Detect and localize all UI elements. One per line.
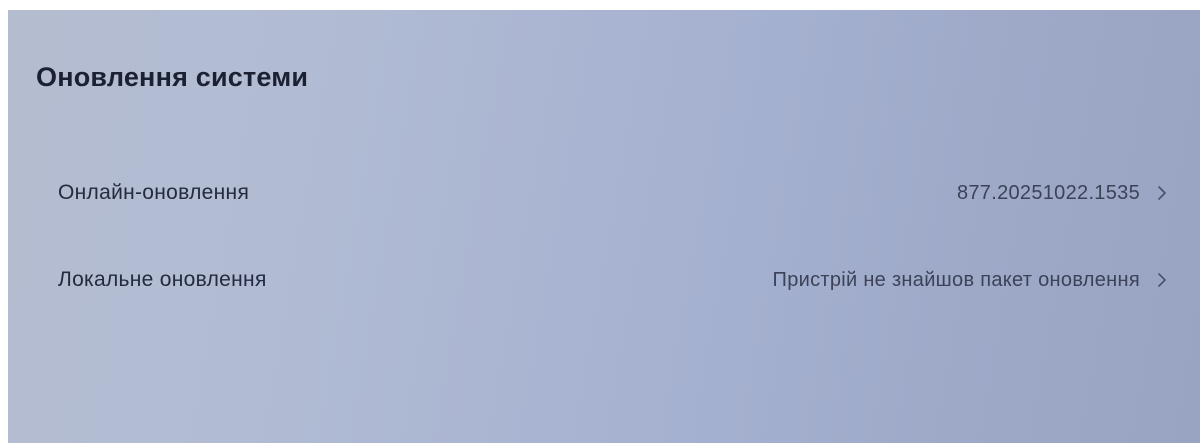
local-update-row[interactable]: Локальне оновлення Пристрій не знайшов п… bbox=[58, 255, 1170, 305]
online-update-label: Онлайн-оновлення bbox=[58, 181, 250, 204]
local-update-status: Пристрій не знайшов пакет оновлення bbox=[772, 268, 1140, 291]
local-update-value-group: Пристрій не знайшов пакет оновлення bbox=[773, 269, 1170, 292]
page-title: Оновлення системи bbox=[36, 62, 309, 92]
online-update-value-group: 877.20251022.1535 bbox=[957, 182, 1170, 205]
local-update-label: Локальне оновлення bbox=[58, 268, 267, 291]
chevron-right-icon bbox=[1154, 270, 1170, 290]
online-update-row[interactable]: Онлайн-оновлення 877.20251022.1535 bbox=[58, 168, 1170, 218]
online-update-version: 877.20251022.1535 bbox=[956, 181, 1140, 204]
chevron-right-icon bbox=[1154, 183, 1170, 203]
system-update-screen: Оновлення системи Онлайн-оновлення 877.2… bbox=[8, 10, 1200, 443]
